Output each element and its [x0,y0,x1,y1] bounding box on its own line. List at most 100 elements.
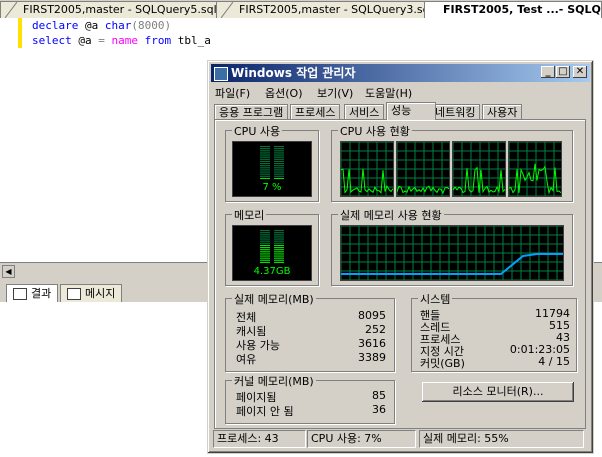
tab-applications[interactable]: 응용 프로그램 [214,104,289,120]
meter-segment [274,235,284,237]
cpu-history-graph-2 [396,141,450,197]
doc-tab-sqlquery5[interactable]: FIRST2005,master - SQLQuery5.sql* [0,1,235,18]
table-name: tbl_a [177,34,211,47]
meter-segment [274,168,284,170]
maximize-icon[interactable]: □ [556,66,570,78]
stat-value: 252 [365,323,386,336]
memory-meter: 4.37GB [232,225,312,281]
cpu-usage-value: 7 % [262,182,282,193]
memory-history-graph [340,225,564,281]
status-memory: 실제 메모리: 55% [419,430,584,448]
tab-results[interactable]: 결과 [6,284,59,302]
meter-segment [274,247,284,248]
code-area[interactable]: declare @a char(8000) select @a = name f… [32,18,211,48]
tab-messages-label: 메시지 [85,287,116,300]
code-line-2: select @a = name from tbl_a [32,33,211,48]
menu-file[interactable]: 파일(F) [215,85,250,101]
meter-segment [274,153,284,155]
meter-segment [260,170,270,172]
column-name: name [111,34,139,47]
menu-bar: 파일(F) 옵션(O) 보기(V) 도움말(H) [211,83,590,101]
menu-options[interactable]: 옵션(O) [265,85,302,101]
meter-segment [274,248,284,250]
doc-tab-sqlquery3[interactable]: FIRST2005,master - SQLQuery3.sql* [216,1,442,18]
tab-users[interactable]: 사용자 [482,104,523,120]
meter-segment [260,235,270,237]
cpu-trace [453,166,505,194]
meter-segment [260,168,270,170]
meter-segment [260,256,270,258]
tab-performance[interactable]: 성능 [386,102,436,120]
meter-segment [260,151,270,153]
meter-segment [260,174,270,176]
cpu-history-graph-4 [508,141,562,197]
stat-value: 3389 [358,351,386,364]
meter-segment [274,254,284,256]
meter-segment [274,260,284,262]
meter-segment [274,170,284,172]
meter-segment [274,147,284,149]
tab-services[interactable]: 서비스 [344,104,385,120]
scroll-left-icon[interactable]: ◀ [2,265,15,278]
status-processes: 프로세스: 43 [213,430,306,448]
meter-segment [274,146,284,147]
tab-results-label: 결과 [31,287,52,300]
meter-segment [274,161,284,162]
meter-segment [260,153,270,155]
meter-segment [274,256,284,258]
menu-view[interactable]: 보기(V) [317,85,353,101]
doc-tab-label: FIRST2005, Test ...- SQLQu [443,3,602,16]
minimize-icon[interactable]: _ [541,66,555,78]
meter-segment [274,164,284,166]
meter-segment [260,247,270,248]
doc-tab-label: FIRST2005,master - SQLQuery3.sql* [239,3,439,16]
tab-slant-icon [5,2,17,18]
system-label: 시스템 [418,291,453,307]
keyword: from [144,34,172,47]
close-icon[interactable]: ✕ [573,66,587,78]
meter-segment [274,243,284,245]
tab-networking[interactable]: 네트워킹 [430,104,481,120]
stat-value: 4 / 15 [538,355,570,368]
meter-segment [274,176,284,178]
type-keyword: char [104,19,132,32]
meter-segment [274,250,284,252]
resource-monitor-button[interactable]: 리소스 모니터(R)... [422,382,574,402]
meter-segment [260,172,270,174]
tab-processes[interactable]: 프로세스 [290,104,341,120]
meter-segment [274,149,284,151]
cpu-usage-group: CPU 사용 7 % [225,123,319,202]
cpu-history-graph-1 [340,141,394,197]
meter-segment [260,262,270,263]
meter-segment [274,245,284,246]
tab-strip: 응용 프로그램 프로세스 서비스 성능 네트워킹 사용자 [214,102,586,120]
type-arg: (8000) [131,19,172,32]
meter-segment [274,163,284,164]
variable: @a [78,34,92,47]
meter-segment [260,230,270,231]
meter-segment [260,252,270,254]
title-bar[interactable]: Windows 작업 관리자 _ □ ✕ [211,64,590,82]
memory-history-label: 실제 메모리 사용 현황 [338,207,444,223]
status-cpu: CPU 사용: 7% [307,430,416,448]
meter-segment [274,155,284,157]
task-manager-icon [214,67,228,81]
tab-messages[interactable]: 메시지 [60,284,123,302]
doc-tab-test[interactable]: FIRST2005, Test ...- SQLQu [424,1,602,18]
meter-segment [274,178,284,179]
change-marker [18,18,22,48]
cpu-history-label: CPU 사용 현황 [338,123,412,139]
memory-value: 4.37GB [253,266,291,277]
meter-segment [260,248,270,250]
system-group: 시스템 핸들 11794 스레드 515 프로세스 43 지정 시간 0:01:… [411,291,577,372]
cpu-usage-label: CPU 사용 [232,123,283,139]
menu-help[interactable]: 도움말(H) [365,85,412,101]
meter-segment [260,250,270,252]
meter-segment [274,166,284,168]
cpu-usage-meter: 7 % [232,141,312,197]
grid-icon [13,288,27,300]
meter-segment [260,260,270,262]
task-manager-window: Windows 작업 관리자 _ □ ✕ 파일(F) 옵션(O) 보기(V) 도… [207,60,594,454]
meter-segment [274,241,284,243]
meter-segment [260,176,270,178]
